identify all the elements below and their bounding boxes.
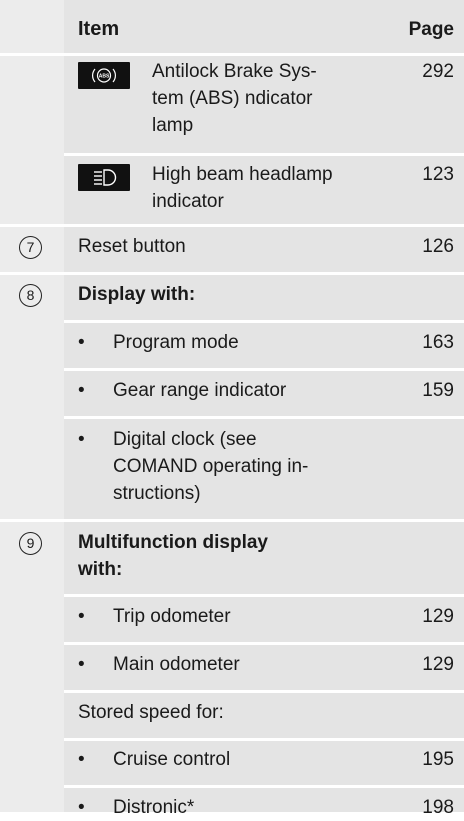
bullet: • (78, 654, 85, 675)
separator (64, 642, 464, 645)
page-number: 129 (422, 606, 454, 627)
page-number: 123 (422, 164, 454, 185)
index-table: Item Page ABS Antilock Brake Sys- tem (A… (0, 0, 464, 818)
item-text: High beam headlamp indicator (152, 164, 333, 212)
item-text: Main odometer (113, 654, 240, 675)
separator (64, 368, 464, 371)
item-text: Gear range indicator (113, 380, 287, 401)
separator (64, 153, 464, 156)
page-number: 163 (422, 332, 454, 353)
separator (0, 224, 464, 227)
item-text: Digital clock (see COMAND operating in- … (113, 429, 309, 504)
item-number: 8 (19, 284, 42, 307)
item-text: Display with: (78, 284, 196, 305)
item-number: 7 (19, 236, 42, 259)
item-text: Cruise control (113, 749, 231, 770)
page-number: 129 (422, 654, 454, 675)
separator (64, 738, 464, 741)
header-page: Page (408, 19, 454, 40)
number-column (0, 0, 64, 812)
separator (64, 320, 464, 323)
item-text: Trip odometer (113, 606, 231, 627)
page-number: 126 (422, 236, 454, 257)
separator (0, 53, 464, 56)
header-item: Item (78, 18, 120, 40)
abs-label: ABS (99, 74, 110, 80)
item-text: Program mode (113, 332, 239, 353)
separator (64, 594, 464, 597)
separator (64, 416, 464, 419)
page-number: 195 (422, 749, 454, 770)
page-number: 198 (422, 797, 454, 818)
item-text: Distronic* (113, 797, 195, 818)
item-text: Reset button (78, 236, 186, 257)
item-text: Multifunction display with: (78, 532, 268, 580)
item-text: Stored speed for: (78, 702, 224, 723)
page-number: 159 (422, 380, 454, 401)
bullet: • (78, 797, 85, 818)
separator (0, 519, 464, 522)
separator (64, 690, 464, 693)
separator (0, 272, 464, 275)
bullet: • (78, 380, 85, 401)
page-number: 292 (422, 61, 454, 82)
high-beam-icon (78, 164, 130, 191)
bullet: • (78, 606, 85, 627)
separator (64, 785, 464, 788)
item-number: 9 (19, 532, 42, 555)
abs-indicator-icon: ABS (78, 62, 130, 89)
item-text: Antilock Brake Sys- tem (ABS) ndicator l… (152, 61, 317, 136)
bullet: • (78, 749, 85, 770)
bullet: • (78, 332, 85, 353)
bullet: • (78, 429, 85, 450)
